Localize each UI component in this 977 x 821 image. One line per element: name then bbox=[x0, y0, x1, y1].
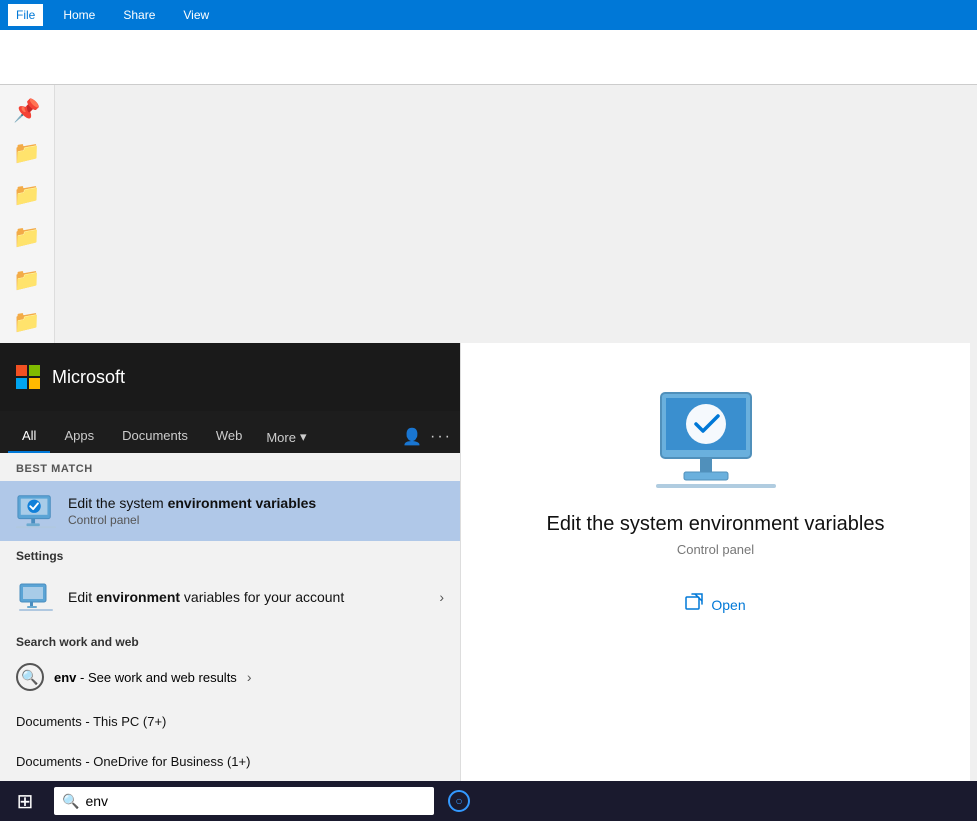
taskbar: ⊞ 🔍 ○ bbox=[0, 781, 977, 821]
best-match-label: Best match bbox=[0, 453, 460, 481]
best-match-item[interactable]: Edit the system environment variables Co… bbox=[0, 481, 460, 541]
detail-computer-icon bbox=[656, 388, 776, 488]
ribbon-bar: File Home Share View bbox=[0, 0, 977, 30]
microsoft-header: Microsoft bbox=[0, 343, 460, 411]
cortana-button[interactable]: ○ bbox=[434, 781, 484, 821]
folder-icon-4[interactable]: 📁 bbox=[8, 262, 46, 298]
web-search-text: env - See work and web results bbox=[54, 670, 237, 685]
open-label: Open bbox=[711, 597, 745, 613]
settings-env-title: Edit environment variables for your acco… bbox=[68, 589, 427, 605]
web-search-icon: 🔍 bbox=[16, 663, 44, 691]
web-search-arrow: › bbox=[247, 669, 252, 685]
detail-icon bbox=[651, 383, 781, 493]
settings-monitor-icon bbox=[16, 577, 56, 617]
folder-icon-5[interactable]: 📁 bbox=[8, 304, 46, 340]
tab-documents[interactable]: Documents bbox=[108, 420, 202, 453]
logo-green bbox=[29, 365, 40, 376]
docs-onedrive-item[interactable]: Documents - OneDrive for Business (1+) bbox=[0, 741, 460, 781]
pin-icon[interactable]: 📌 bbox=[8, 93, 46, 129]
detail-subtitle: Control panel bbox=[677, 542, 754, 557]
taskbar-search-box[interactable]: 🔍 bbox=[54, 787, 434, 815]
search-nav-tabs: All Apps Documents Web More ▾ 👤 ··· bbox=[0, 411, 460, 453]
start-button[interactable]: ⊞ bbox=[0, 781, 50, 821]
logo-red bbox=[16, 365, 27, 376]
ribbon-tab-view[interactable]: View bbox=[175, 4, 217, 26]
detail-title: Edit the system environment variables bbox=[527, 513, 905, 536]
search-input[interactable] bbox=[85, 793, 426, 809]
ribbon-tab-file[interactable]: File bbox=[8, 4, 43, 26]
ribbon-tab-home[interactable]: Home bbox=[55, 4, 103, 26]
more-options-icon[interactable]: ··· bbox=[430, 428, 452, 446]
tab-all[interactable]: All bbox=[8, 420, 50, 453]
chevron-down-icon: ▾ bbox=[300, 429, 307, 445]
cortana-icon: ○ bbox=[448, 790, 470, 812]
settings-label: Settings bbox=[0, 541, 460, 567]
settings-env-arrow: › bbox=[439, 589, 444, 605]
open-link-icon bbox=[685, 593, 703, 616]
web-search-item[interactable]: 🔍 env - See work and web results › bbox=[0, 653, 460, 701]
docs-this-pc-item[interactable]: Documents - This PC (7+) bbox=[0, 701, 460, 741]
search-icon: 🔍 bbox=[62, 793, 79, 810]
best-match-text: Edit the system environment variables Co… bbox=[68, 495, 444, 527]
computer-icon-svg bbox=[16, 493, 56, 529]
tab-web[interactable]: Web bbox=[202, 420, 257, 453]
ribbon-tab-share[interactable]: Share bbox=[115, 4, 163, 26]
docs-onedrive-text: Documents - OneDrive for Business (1+) bbox=[16, 754, 250, 769]
tab-apps[interactable]: Apps bbox=[50, 420, 108, 453]
search-panel-right: Edit the system environment variables Co… bbox=[460, 343, 970, 781]
web-search-label: Search work and web bbox=[0, 627, 460, 653]
windows-logo-icon: ⊞ bbox=[17, 789, 34, 814]
folder-icon-1[interactable]: 📁 bbox=[8, 135, 46, 171]
open-button[interactable]: Open bbox=[685, 587, 745, 622]
best-match-subtitle: Control panel bbox=[68, 513, 444, 527]
nav-action-icons: 👤 ··· bbox=[402, 427, 452, 453]
search-panel-left: Microsoft All Apps Documents Web More ▾ … bbox=[0, 343, 460, 781]
search-overlay: Microsoft All Apps Documents Web More ▾ … bbox=[0, 343, 970, 781]
best-match-title: Edit the system environment variables bbox=[68, 495, 444, 511]
microsoft-title: Microsoft bbox=[52, 367, 125, 388]
microsoft-logo bbox=[16, 365, 40, 389]
settings-env-item[interactable]: Edit environment variables for your acco… bbox=[0, 567, 460, 627]
settings-env-text: Edit environment variables for your acco… bbox=[68, 589, 427, 605]
tab-more[interactable]: More ▾ bbox=[256, 421, 316, 453]
folder-icon-2[interactable]: 📁 bbox=[8, 177, 46, 213]
result-monitor-icon bbox=[16, 491, 56, 531]
folder-icon-3[interactable]: 📁 bbox=[8, 219, 46, 255]
logo-blue bbox=[16, 378, 27, 389]
logo-yellow bbox=[29, 378, 40, 389]
ribbon-content bbox=[0, 30, 977, 85]
docs-this-pc-text: Documents - This PC (7+) bbox=[16, 714, 166, 729]
user-icon[interactable]: 👤 bbox=[402, 427, 422, 447]
